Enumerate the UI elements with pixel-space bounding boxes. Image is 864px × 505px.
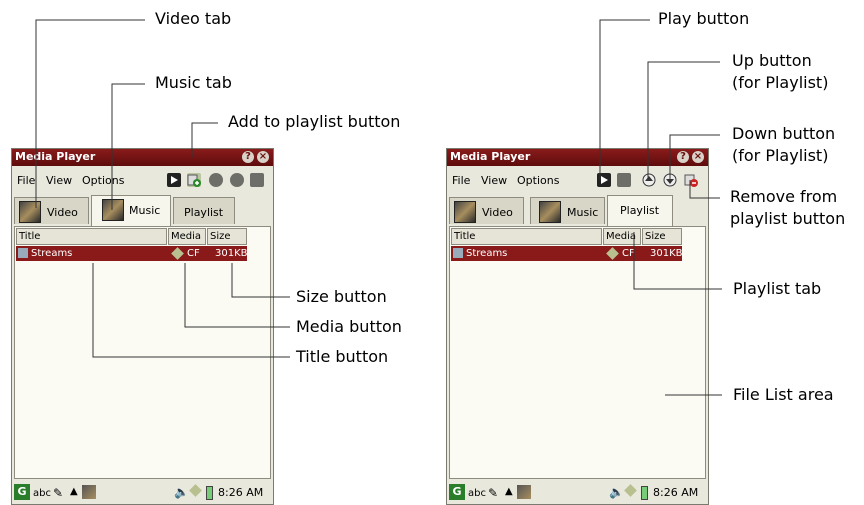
callout-remove-from-playlist-2: playlist button bbox=[730, 209, 846, 228]
callout-file-list-area: File List area bbox=[733, 385, 834, 404]
callout-music-tab: Music tab bbox=[155, 73, 232, 92]
callout-title-button: Title button bbox=[296, 347, 389, 366]
callout-up-button: Up button bbox=[732, 51, 812, 70]
callout-down-button-note: (for Playlist) bbox=[732, 146, 829, 165]
callout-video-tab: Video tab bbox=[155, 9, 232, 28]
callout-up-button-note: (for Playlist) bbox=[732, 73, 829, 92]
callout-playlist-tab: Playlist tab bbox=[733, 279, 822, 298]
callout-down-button: Down button bbox=[732, 124, 836, 143]
callout-play-button: Play button bbox=[658, 9, 750, 28]
callout-add-to-playlist: Add to playlist button bbox=[228, 112, 401, 131]
callout-size-button: Size button bbox=[296, 287, 387, 306]
callout-remove-from-playlist: Remove from bbox=[730, 187, 838, 206]
callout-media-button: Media button bbox=[296, 317, 402, 336]
